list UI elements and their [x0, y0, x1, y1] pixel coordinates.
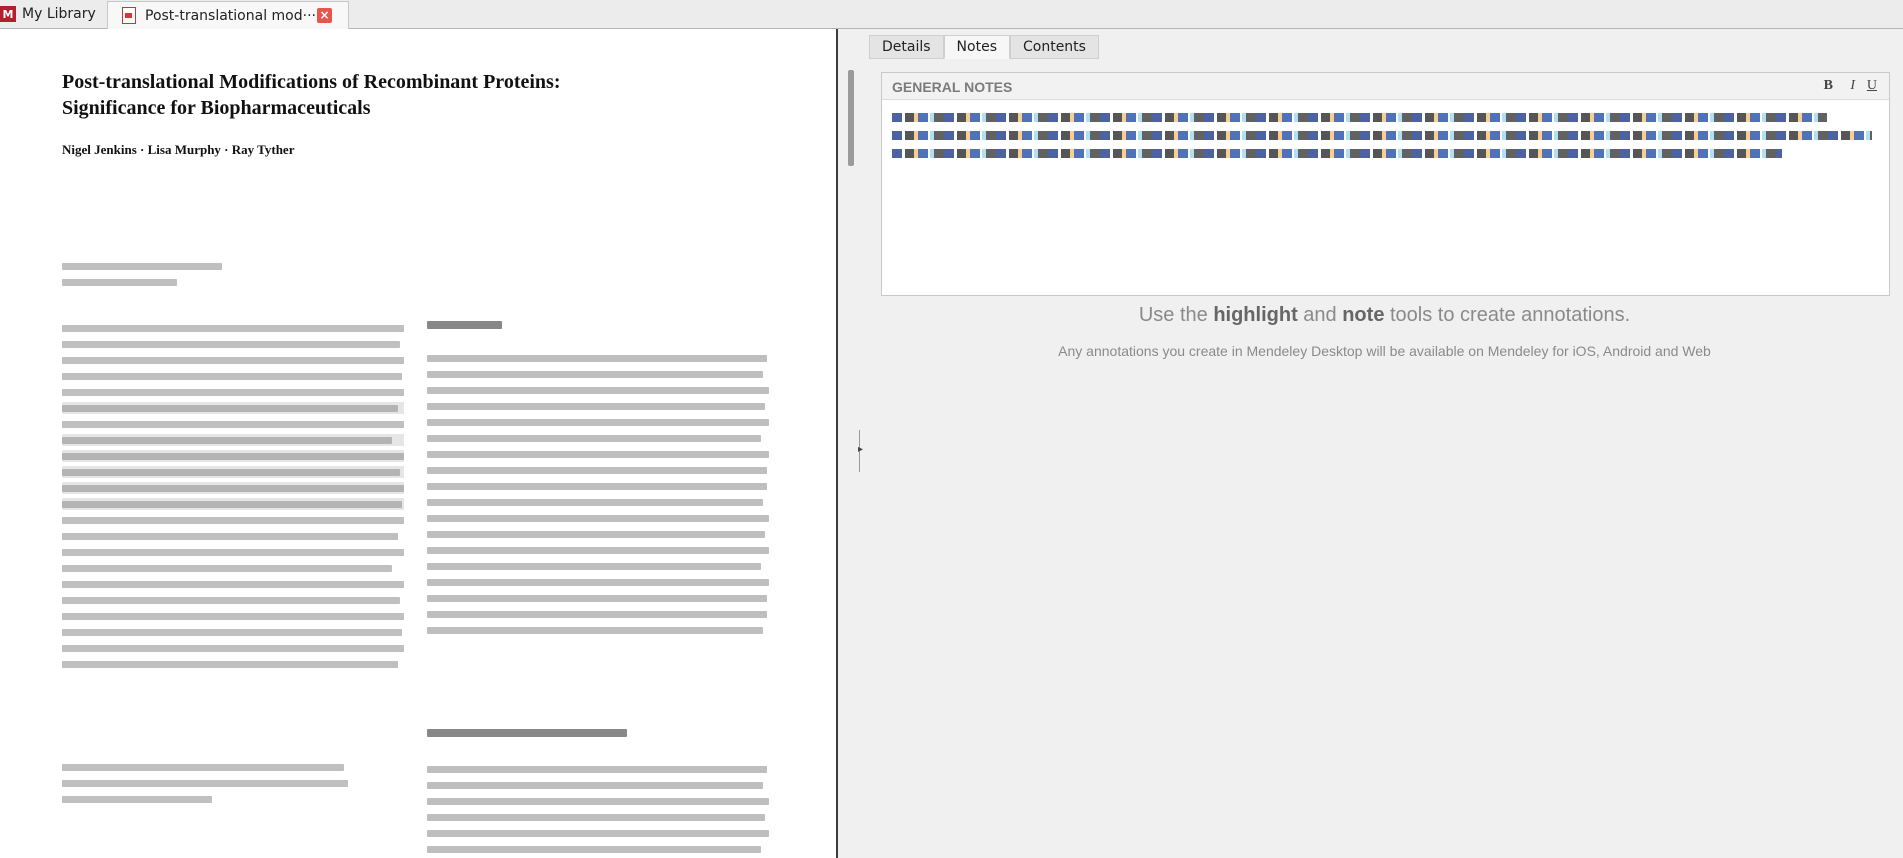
- blurred-text: [62, 533, 398, 540]
- pdf-viewer[interactable]: Post-translational Modifications of Reco…: [0, 29, 836, 858]
- blurred-text: [62, 389, 404, 396]
- hint-highlight: highlight: [1213, 304, 1298, 326]
- blurred-text: [427, 595, 767, 602]
- blurred-text: [62, 613, 404, 620]
- blurred-text: [427, 830, 769, 837]
- tab-contents[interactable]: Contents: [1009, 35, 1099, 59]
- pdf-icon: [122, 7, 136, 24]
- blurred-text: [427, 814, 765, 821]
- blurred-heading: [427, 729, 627, 737]
- blurred-text: [62, 764, 344, 771]
- tab-my-library[interactable]: M My Library: [0, 0, 102, 28]
- hint-text: tools to create annotations.: [1384, 304, 1631, 326]
- italic-button[interactable]: I: [1850, 78, 1855, 94]
- blurred-text: [62, 485, 404, 492]
- collapse-arrow-icon[interactable]: ▸: [858, 444, 863, 455]
- blurred-text: [62, 405, 398, 412]
- blurred-text: [62, 501, 402, 508]
- bold-button[interactable]: B: [1824, 78, 1833, 94]
- blurred-text: [62, 469, 400, 476]
- blurred-text: [62, 373, 402, 380]
- tab-label: Post-translational mod···: [145, 7, 316, 24]
- general-notes-editor[interactable]: GENERAL NOTES B I U: [881, 72, 1890, 296]
- blurred-text: [62, 453, 404, 460]
- blurred-text: [427, 611, 767, 618]
- blurred-text: [62, 565, 392, 572]
- blurred-text: [62, 597, 400, 604]
- underline-button[interactable]: U: [1867, 78, 1877, 94]
- blurred-text: [427, 355, 767, 362]
- blurred-heading: [427, 321, 502, 329]
- blurred-text: [62, 325, 404, 332]
- blurred-text: [62, 357, 404, 364]
- pdf-title-line: Post-translational Modifications of Reco…: [62, 71, 561, 93]
- annotation-subhint: Any annotations you create in Mendeley D…: [1058, 343, 1711, 359]
- notes-text[interactable]: [892, 113, 1882, 167]
- pdf-scrollbar-thumb[interactable]: [848, 70, 854, 166]
- blurred-text: [427, 371, 763, 378]
- tab-label: My Library: [22, 6, 96, 22]
- hint-text: and: [1297, 304, 1343, 326]
- blurred-text: [62, 796, 212, 803]
- blurred-text: [427, 419, 769, 426]
- blurred-text: [62, 581, 404, 588]
- tab-bar: M My Library Post-translational mod··· ×: [0, 0, 1903, 29]
- blurred-text: [62, 517, 404, 524]
- hint-text: Use the: [1138, 304, 1214, 326]
- blurred-text: [427, 483, 767, 490]
- pdf-title-line: Significance for Biopharmaceuticals: [62, 97, 371, 119]
- blurred-text: [62, 279, 177, 286]
- blurred-text: [62, 263, 222, 270]
- blurred-text: [427, 435, 761, 442]
- mendeley-logo-icon: M: [0, 6, 16, 22]
- blurred-text: [62, 421, 404, 428]
- blurred-text: [427, 451, 769, 458]
- blurred-note-line: [892, 113, 1827, 122]
- blurred-text: [427, 547, 769, 554]
- blurred-text: [62, 645, 404, 652]
- blurred-text: [62, 629, 402, 636]
- blurred-text: [427, 846, 761, 853]
- tab-document[interactable]: Post-translational mod··· ×: [107, 1, 349, 29]
- hint-note: note: [1342, 304, 1385, 326]
- blurred-text: [427, 467, 767, 474]
- blurred-text: [427, 627, 763, 634]
- tab-notes[interactable]: Notes: [943, 35, 1010, 59]
- side-panel-tabs: Details Notes Contents: [869, 35, 1099, 59]
- blurred-text: [62, 780, 348, 787]
- blurred-text: [427, 531, 765, 538]
- blurred-note-line: [892, 149, 1782, 158]
- blurred-text: [427, 387, 769, 394]
- blurred-text: [427, 403, 765, 410]
- blurred-note-line: [892, 131, 1872, 140]
- close-tab-icon[interactable]: ×: [317, 8, 332, 23]
- blurred-text: [427, 798, 769, 805]
- notes-header: GENERAL NOTES B I U: [882, 73, 1889, 100]
- blurred-text: [427, 515, 769, 522]
- blurred-text: [427, 563, 761, 570]
- pdf-authors: Nigel Jenkins · Lisa Murphy · Ray Tyther: [62, 142, 295, 157]
- blurred-text: [427, 499, 763, 506]
- blurred-text: [62, 549, 404, 556]
- notes-header-label: GENERAL NOTES: [892, 79, 1013, 95]
- blurred-text: [62, 341, 400, 348]
- pdf-title: Post-translational Modifications of Reco…: [62, 69, 762, 121]
- annotation-hint: Use the highlight and note tools to crea…: [881, 304, 1888, 327]
- blurred-text: [62, 437, 392, 444]
- blurred-text: [427, 766, 767, 773]
- tab-details[interactable]: Details: [869, 35, 944, 59]
- blurred-text: [62, 661, 398, 668]
- blurred-text: [427, 579, 769, 586]
- blurred-text: [427, 782, 763, 789]
